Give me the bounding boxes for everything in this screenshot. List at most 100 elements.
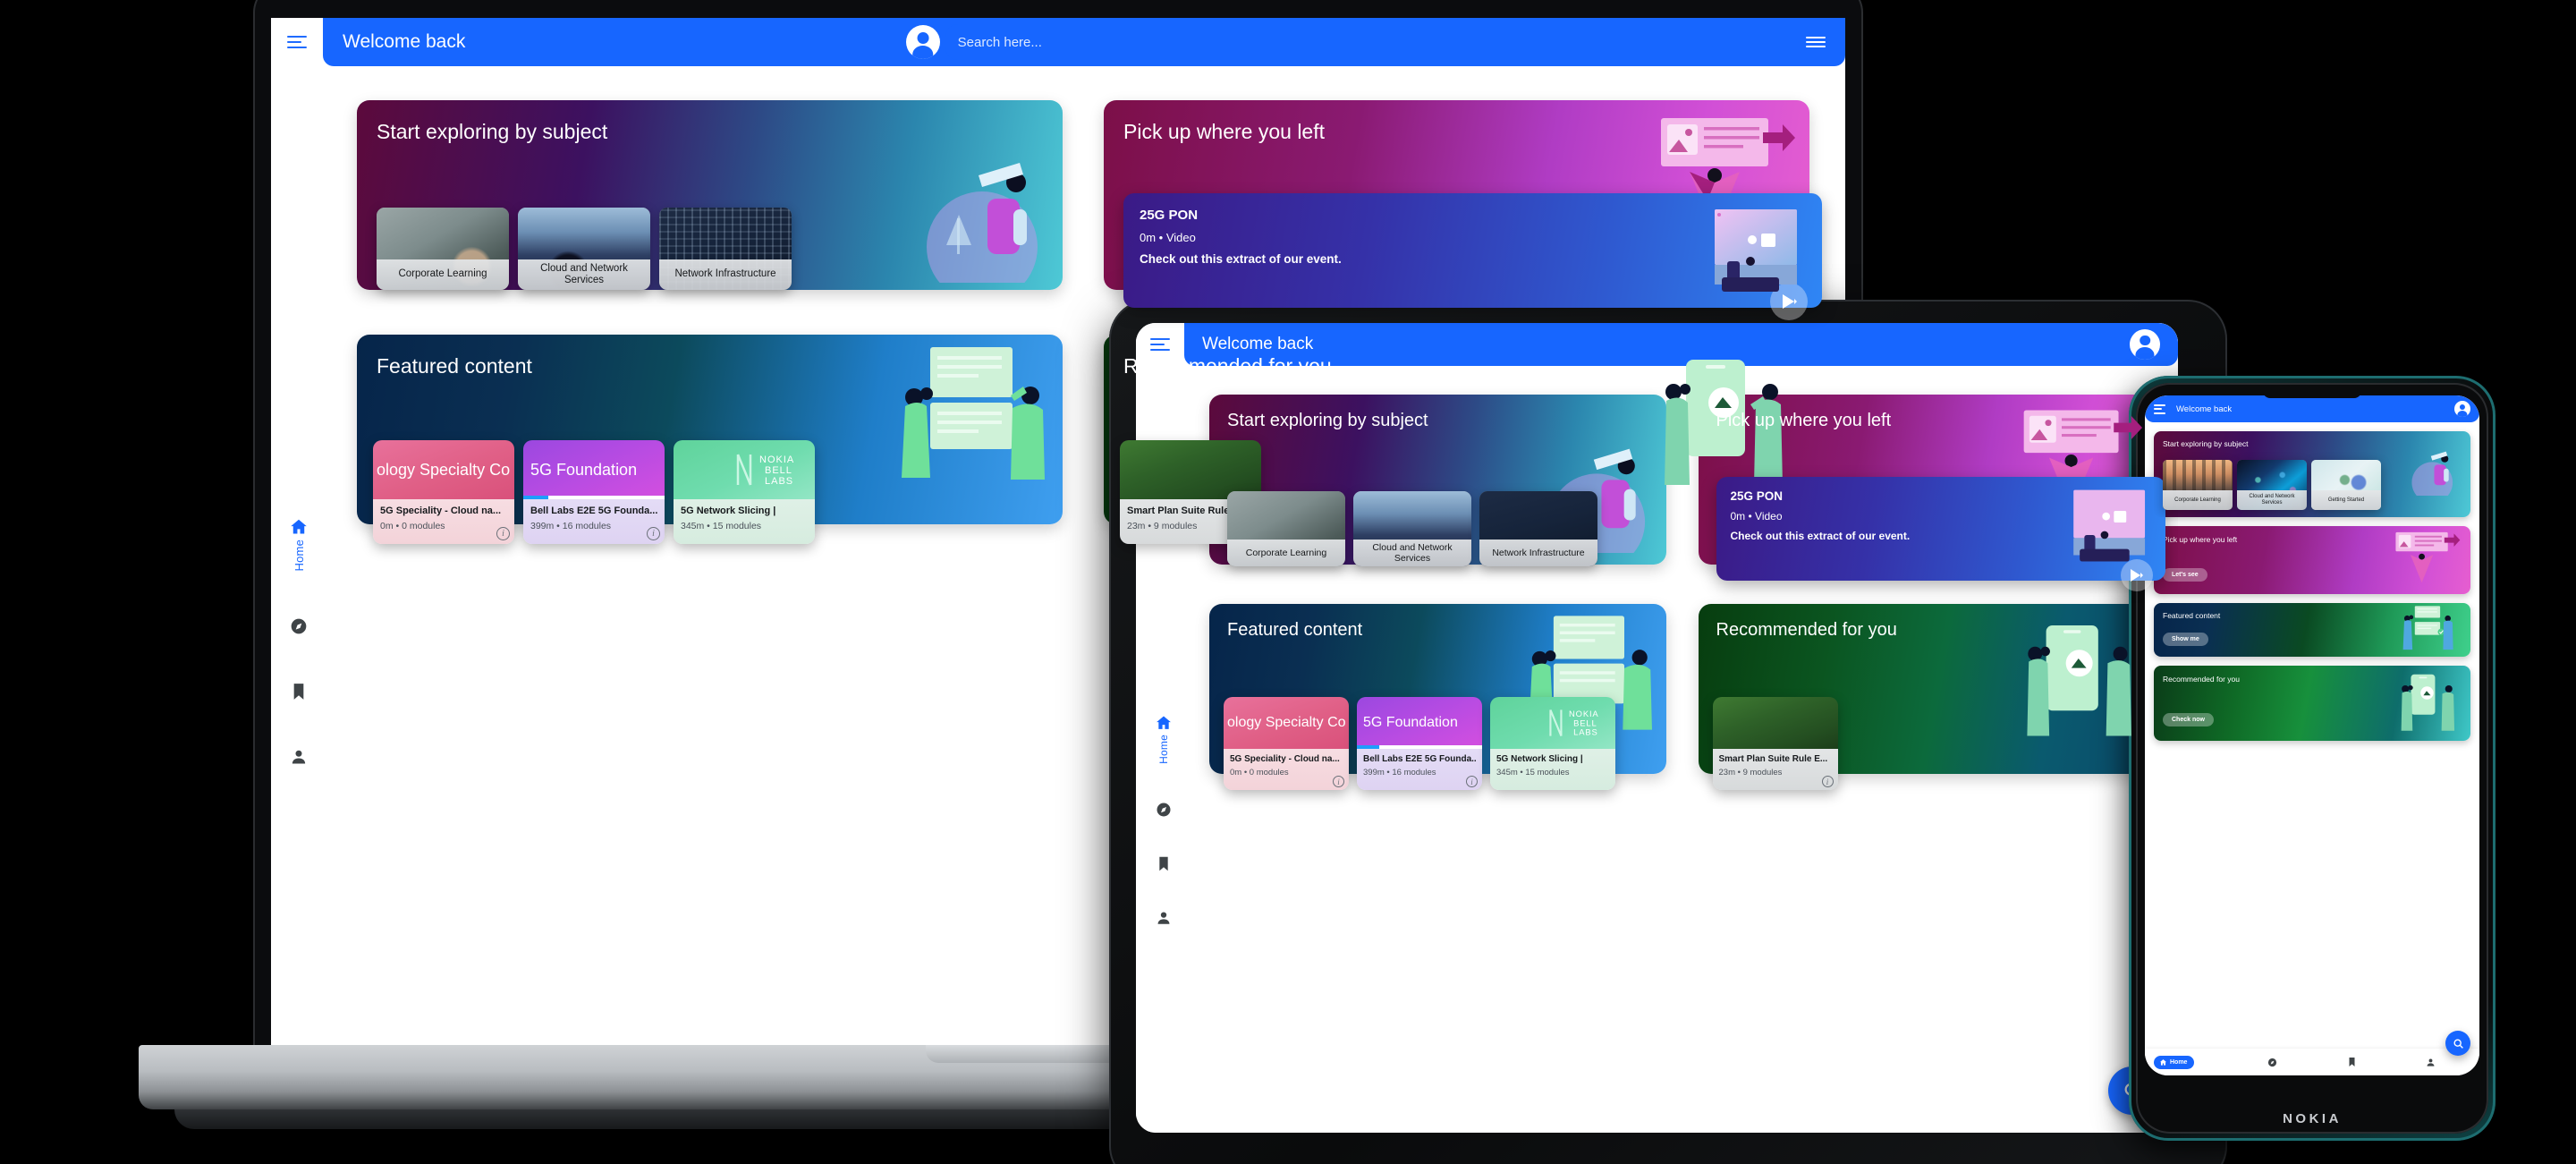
info-circle-icon[interactable]: i <box>496 527 510 540</box>
search-input[interactable]: Search here... <box>945 24 1366 60</box>
account-avatar-icon[interactable] <box>2130 329 2160 360</box>
subject-tile-caption: Cloud and Network Services <box>1353 540 1471 566</box>
sidebar-item-explore[interactable] <box>290 617 308 635</box>
info-circle-icon[interactable]: i <box>1821 776 1834 787</box>
resume-course-card[interactable]: 25G PON 0m • Video Check out this extrac… <box>1716 477 2165 591</box>
account-avatar-icon[interactable] <box>905 25 940 59</box>
course-sub: 345m • 15 modules <box>681 521 762 531</box>
course-cover-title: 5G Foundation <box>530 460 638 479</box>
filter-sliders-icon[interactable] <box>1806 37 1826 47</box>
section-title: Recommended for you <box>1716 620 1897 640</box>
hamburger-icon[interactable] <box>2154 404 2165 414</box>
course-card[interactable]: NOKIA BELL LABS 5G Network Slicing | 345… <box>1490 697 1615 790</box>
svg-text:NOKIA: NOKIA <box>1569 709 1599 718</box>
section-featured-content[interactable]: Featured content ology Specialty Co 5G S… <box>357 335 1063 544</box>
section-start-exploring[interactable]: Start exploring by subject Corporate Lea… <box>357 100 1063 290</box>
person-account-icon <box>2427 1058 2435 1066</box>
subject-tiles: Corporate Learning Cloud and Network Ser… <box>377 208 792 290</box>
resume-title: 25G PON <box>1730 489 1784 503</box>
svg-text:LABS: LABS <box>765 476 793 487</box>
phone-notch <box>2263 390 2361 398</box>
bottom-nav-item-bookmarks[interactable] <box>2312 1057 2392 1067</box>
subject-tile[interactable]: Cloud and Network Services <box>2237 460 2307 510</box>
section-pick-up-where-you-left[interactable]: Pick up where you left 25G PON 0m • Vide… <box>1698 395 2165 591</box>
play-button-icon[interactable] <box>1770 283 1808 320</box>
course-cover-title: ology Specialty Co <box>377 460 511 479</box>
play-button-icon[interactable] <box>2121 559 2153 591</box>
phone-section-pick-up[interactable]: Pick up where you left Let's see <box>2154 526 2470 594</box>
subject-tile[interactable]: Corporate Learning <box>2163 460 2233 510</box>
subject-tile[interactable]: Network Infrastructure <box>659 208 792 290</box>
sidebar-item-profile[interactable] <box>1156 910 1172 926</box>
sidebar-item-explore[interactable] <box>1156 802 1172 818</box>
course-meta: 5G Network Slicing | 345m • 15 modules <box>1490 749 1615 790</box>
laptop-topbar: Welcome back Search here... <box>271 18 1845 66</box>
subject-tile-caption: Cloud and Network Services <box>518 259 650 290</box>
course-card[interactable]: NOKIA BELL LABS 5G Network Slicing | 345… <box>674 440 815 544</box>
home-icon <box>2159 1058 2167 1066</box>
section-featured-content[interactable]: Featured content ology Specialty Co 5G S… <box>1209 604 1666 790</box>
subject-tile[interactable]: Cloud and Network Services <box>518 208 650 290</box>
section-title: Pick up where you left <box>1123 120 1326 143</box>
section-pick-up-where-you-left[interactable]: Pick up where you left 25G PON 0m • Vide… <box>1104 100 1822 320</box>
course-sub: 399m • 16 modules <box>1363 768 1436 777</box>
course-card[interactable]: ology Specialty Co 5G Speciality - Cloud… <box>1224 697 1349 790</box>
resume-course-card[interactable]: 25G PON 0m • Video Check out this extrac… <box>1123 193 1822 320</box>
hamburger-icon[interactable] <box>287 36 307 48</box>
sidebar-item-home[interactable]: Home <box>289 517 309 571</box>
subject-tile[interactable]: Corporate Learning <box>377 208 509 290</box>
course-name: 5G Network Slicing | <box>1496 754 1583 764</box>
lets-see-button[interactable]: Let's see <box>2163 568 2207 582</box>
bottom-nav-item-home[interactable]: Home <box>2154 1055 2233 1069</box>
course-sub: 0m • 0 modules <box>1230 768 1289 777</box>
course-name: 5G Speciality - Cloud na... <box>1230 754 1340 764</box>
tablet-device: Welcome back Home Start exploring by sub… <box>1109 300 2227 1164</box>
phone-section-start-exploring[interactable]: Start exploring by subject Corporate Lea… <box>2154 431 2470 517</box>
home-nav-pill[interactable]: Home <box>2154 1055 2195 1069</box>
course-cover: ology Specialty Co <box>1224 697 1349 749</box>
avatar-container[interactable] <box>2130 329 2160 360</box>
info-circle-icon[interactable]: i <box>1466 776 1478 787</box>
subject-tile[interactable]: Getting Started <box>2311 460 2381 510</box>
nokia-bell-labs-logo: NOKIA BELL LABS <box>736 454 793 487</box>
subject-tile[interactable]: Corporate Learning <box>1227 491 1345 566</box>
sidebar-item-bookmarks[interactable] <box>1157 855 1170 872</box>
course-card[interactable]: ology Specialty Co 5G Speciality - Cloud… <box>373 440 514 544</box>
section-title: Pick up where you left <box>2163 535 2238 544</box>
course-sub: 399m • 16 modules <box>530 521 612 531</box>
section-start-exploring[interactable]: Start exploring by subject Corporate Lea… <box>1209 395 1666 566</box>
course-meta: 5G Speciality - Cloud na... 0m • 0 modul… <box>373 499 514 544</box>
bottom-nav-item-explore[interactable] <box>2233 1058 2313 1067</box>
check-now-button[interactable]: Check now <box>2163 713 2214 726</box>
nokia-bell-labs-logo: NOKIA BELL LABS <box>1549 709 1599 737</box>
sidebar-item-home[interactable]: Home <box>1155 714 1173 764</box>
subject-tile[interactable]: Cloud and Network Services <box>1353 491 1471 566</box>
show-me-button[interactable]: Show me <box>2163 633 2208 646</box>
course-name: Bell Labs E2E 5G Founda... <box>530 506 657 516</box>
course-card[interactable]: 5G Foundation Bell Labs E2E 5G Founda...… <box>523 440 665 544</box>
course-cover: 5G Foundation <box>1357 697 1482 749</box>
featured-courses: ology Specialty Co 5G Speciality - Cloud… <box>1224 697 1615 790</box>
course-card[interactable]: 5G Foundation Bell Labs E2E 5G Founda...… <box>1357 697 1482 790</box>
course-card[interactable]: Smart Plan Suite Rule E... 23m • 9 modul… <box>1712 697 1838 790</box>
avatar-container[interactable] <box>905 25 940 59</box>
course-sub: 23m • 9 modules <box>1718 768 1783 777</box>
info-circle-icon[interactable]: i <box>647 527 660 540</box>
sidebar-item-profile[interactable] <box>290 748 308 766</box>
search-fab-button[interactable] <box>2445 1031 2470 1056</box>
info-circle-icon[interactable]: i <box>1333 776 1344 787</box>
bookmark-icon <box>2349 1058 2355 1066</box>
laptop-nav-rail: Home <box>271 517 326 982</box>
course-cover: 5G Foundation <box>523 440 665 499</box>
subject-tile[interactable]: Network Infrastructure <box>1479 491 1597 566</box>
phone-section-recommended[interactable]: Recommended for you Check now <box>2154 666 2470 741</box>
devices-composition: Welcome back Search here... Home Start e… <box>0 0 2576 1164</box>
section-recommended-for-you[interactable]: Recommended for you Smart Plan Suite Rul… <box>1698 604 2155 790</box>
account-avatar-icon[interactable] <box>2454 401 2470 417</box>
course-meta: 5G Speciality - Cloud na... 0m • 0 modul… <box>1224 749 1349 790</box>
bottom-nav-item-profile[interactable] <box>2392 1058 2471 1067</box>
phone-section-featured[interactable]: Featured content Show me <box>2154 603 2470 657</box>
person-account-icon <box>1157 912 1170 924</box>
compass-explore-icon <box>1157 803 1171 817</box>
sidebar-item-bookmarks[interactable] <box>292 682 306 701</box>
